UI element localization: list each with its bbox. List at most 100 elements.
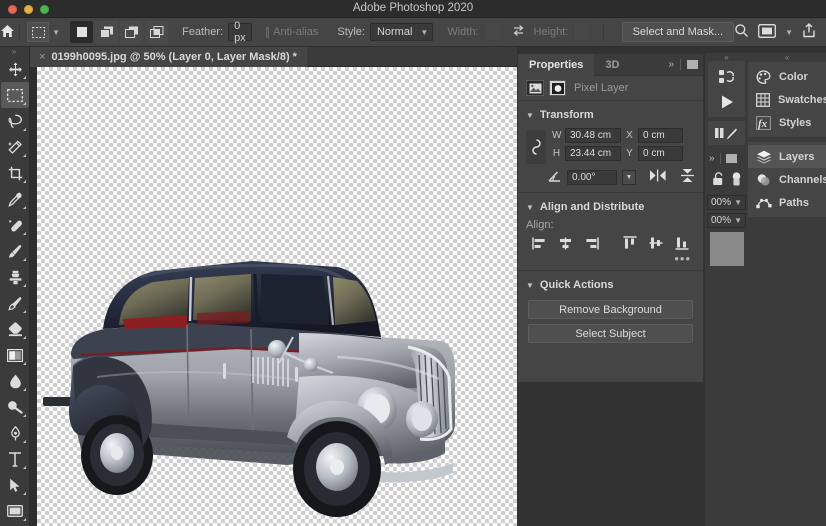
chevron-down-icon[interactable]: ▼ xyxy=(526,281,534,290)
gradient-tool[interactable] xyxy=(1,342,29,368)
transform-body: W 30.48 cm X 0 cm H 23.44 cm Y 0 cm xyxy=(518,125,703,164)
dock-item-channels[interactable]: Channels xyxy=(748,168,826,191)
chevron-down-icon[interactable]: ▼ xyxy=(734,216,742,225)
share-export-icon[interactable] xyxy=(802,23,816,41)
align-horizontal-centers-icon[interactable] xyxy=(552,234,578,252)
dock-item-paths[interactable]: Paths xyxy=(748,191,826,214)
quick-actions-section: ▼ Quick Actions Remove Background Select… xyxy=(518,275,703,343)
align-top-edges-icon[interactable] xyxy=(617,234,643,252)
chevron-down-icon[interactable]: ▼ xyxy=(526,111,534,120)
tab-3d[interactable]: 3D xyxy=(594,54,630,76)
new-selection-button[interactable] xyxy=(70,21,94,43)
dock-item-layers[interactable]: Layers xyxy=(748,145,826,168)
spot-healing-brush-tool[interactable] xyxy=(1,212,29,238)
dock-grip[interactable]: « xyxy=(748,53,826,62)
collapse-panel-button[interactable]: » xyxy=(668,59,674,70)
dodge-tool[interactable] xyxy=(1,394,29,420)
screen-mode-icon[interactable] xyxy=(758,23,777,41)
rotation-angle-input[interactable]: 0.00° xyxy=(567,169,617,185)
transform-x-input[interactable]: 0 cm xyxy=(638,128,683,143)
dock-grip[interactable]: « xyxy=(705,53,748,62)
brush-tool[interactable] xyxy=(1,238,29,264)
feather-input[interactable]: 0 px xyxy=(228,20,252,44)
width-input[interactable] xyxy=(483,23,502,41)
select-subject-button[interactable]: Select Subject xyxy=(528,324,693,343)
document-canvas[interactable] xyxy=(37,67,517,526)
properties-panel-tabs: Properties 3D » xyxy=(518,53,703,76)
magic-wand-tool[interactable] xyxy=(1,134,29,160)
search-icon[interactable] xyxy=(734,23,749,41)
link-aspect-ratio-icon[interactable] xyxy=(526,130,546,164)
transform-y-input[interactable]: 0 cm xyxy=(638,146,683,161)
pen-tool[interactable] xyxy=(1,420,29,446)
transform-section-header[interactable]: ▼ Transform xyxy=(518,105,703,125)
eraser-tool[interactable] xyxy=(1,316,29,342)
align-bottom-edges-icon[interactable] xyxy=(669,234,695,252)
blur-tool[interactable] xyxy=(1,368,29,394)
chevron-down-icon[interactable]: ▼ xyxy=(622,169,636,185)
dock-item-label: Styles xyxy=(779,116,812,129)
dock-item-color[interactable]: Color xyxy=(748,65,826,88)
opacity-field[interactable]: 00% ▼ xyxy=(707,195,746,210)
fill-field[interactable]: 00% ▼ xyxy=(707,213,746,228)
align-right-edges-icon[interactable] xyxy=(578,234,604,252)
select-and-mask-button[interactable]: Select and Mask... xyxy=(621,22,735,42)
path-selection-tool[interactable] xyxy=(1,472,29,498)
flip-horizontal-icon[interactable] xyxy=(649,169,667,185)
chevron-down-icon[interactable]: ▼ xyxy=(785,28,793,37)
remove-background-button[interactable]: Remove Background xyxy=(528,300,693,319)
chevron-down-icon[interactable]: ▼ xyxy=(52,28,60,37)
photoshop-window: Adobe Photoshop 2020 ▼ Feather: 0 px Ant… xyxy=(0,0,826,526)
transform-height-input[interactable]: 23.44 cm xyxy=(565,146,621,161)
clone-stamp-tool[interactable] xyxy=(1,264,29,290)
align-left-edges-icon[interactable] xyxy=(526,234,552,252)
type-tool[interactable] xyxy=(1,446,29,472)
crop-tool[interactable] xyxy=(1,160,29,186)
timeline-icon[interactable] xyxy=(708,123,745,143)
document-tab[interactable]: × 0199h0095.jpg @ 50% (Layer 0, Layer Ma… xyxy=(30,46,307,67)
layers-panel-header: » xyxy=(705,149,748,167)
lasso-tool[interactable] xyxy=(1,108,29,134)
quick-actions-header[interactable]: ▼ Quick Actions xyxy=(518,275,703,295)
align-more-options-button[interactable]: ••• xyxy=(518,252,703,265)
layer-thumbnail[interactable] xyxy=(709,232,744,266)
lock-icon[interactable] xyxy=(712,172,725,189)
align-section-header[interactable]: ▼ Align and Distribute xyxy=(518,197,703,217)
height-input[interactable] xyxy=(573,23,592,41)
rectangular-marquee-tool[interactable] xyxy=(1,82,29,108)
tools-panel-grip[interactable]: » xyxy=(0,47,29,56)
canvas-area[interactable] xyxy=(30,67,517,526)
style-select[interactable]: Normal ▼ xyxy=(369,23,434,41)
eyedropper-tool[interactable] xyxy=(1,186,29,212)
history-panel-icon[interactable] xyxy=(708,64,745,89)
flip-vertical-icon[interactable] xyxy=(680,168,695,186)
chevron-down-icon[interactable]: ▼ xyxy=(734,198,742,207)
dock-item-swatches[interactable]: Swatches xyxy=(748,88,826,111)
dock-item-styles[interactable]: fx Styles xyxy=(748,111,826,134)
layer-kind-row: Pixel Layer xyxy=(518,76,703,101)
align-vertical-centers-icon[interactable] xyxy=(643,234,669,252)
tool-preset-picker[interactable]: ▼ xyxy=(27,22,60,42)
marquee-tool-preset-icon[interactable] xyxy=(27,22,50,42)
subtract-from-selection-button[interactable] xyxy=(120,21,144,43)
swatches-panel-icon xyxy=(756,92,770,107)
panel-menu-icon[interactable] xyxy=(687,60,698,69)
history-brush-tool[interactable] xyxy=(1,290,29,316)
add-to-selection-button[interactable] xyxy=(95,21,119,43)
tab-properties[interactable]: Properties xyxy=(518,53,595,76)
transform-width-input[interactable]: 30.48 cm xyxy=(565,128,621,143)
panel-menu-icon[interactable] xyxy=(725,153,737,163)
antialias-checkbox[interactable] xyxy=(265,26,270,38)
actions-play-icon[interactable] xyxy=(708,89,745,114)
rectangle-tool[interactable] xyxy=(1,498,29,524)
intersect-with-selection-button[interactable] xyxy=(145,21,169,43)
move-tool[interactable] xyxy=(1,56,29,82)
selection-mode-group xyxy=(70,21,169,43)
chevron-down-icon[interactable]: ▼ xyxy=(526,203,534,212)
quick-actions-title: Quick Actions xyxy=(539,279,614,291)
fill-indicator-icon[interactable] xyxy=(731,172,742,189)
close-icon[interactable]: × xyxy=(39,51,45,63)
home-button[interactable] xyxy=(0,24,15,41)
swap-width-height-icon[interactable] xyxy=(512,24,526,40)
collapse-panel-button[interactable]: » xyxy=(709,153,715,164)
